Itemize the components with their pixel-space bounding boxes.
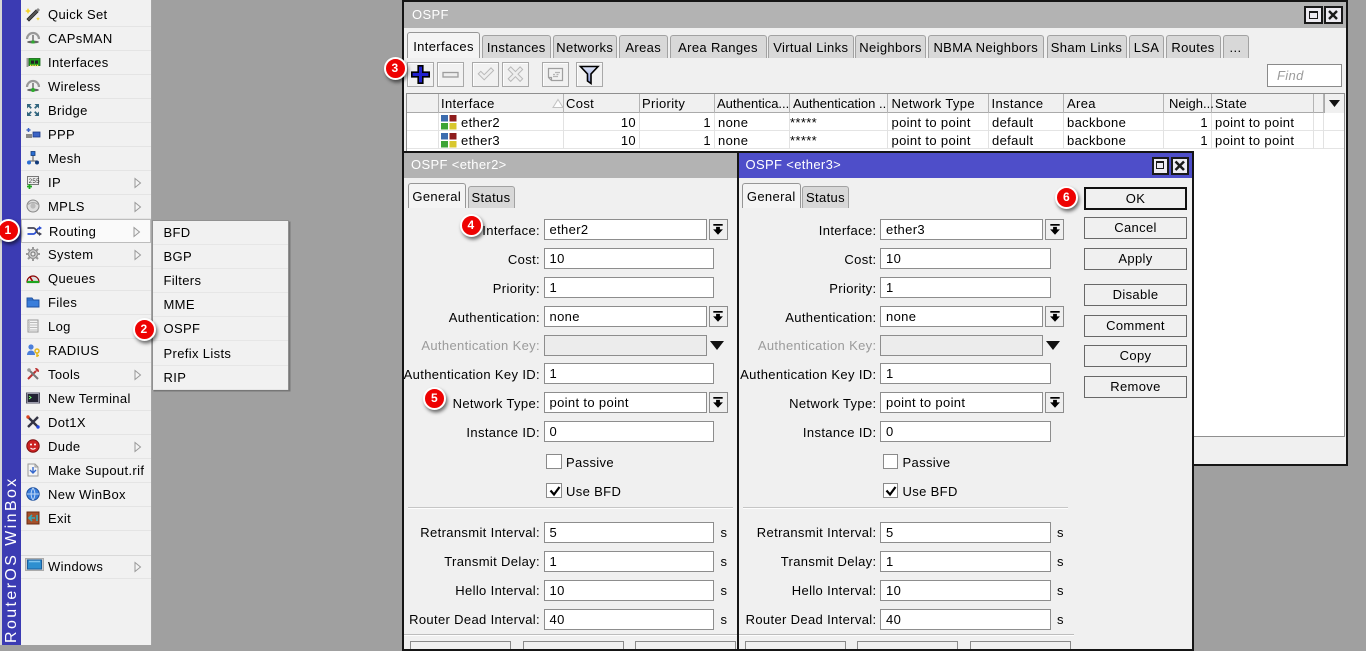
svg-text:255: 255 bbox=[29, 178, 41, 185]
